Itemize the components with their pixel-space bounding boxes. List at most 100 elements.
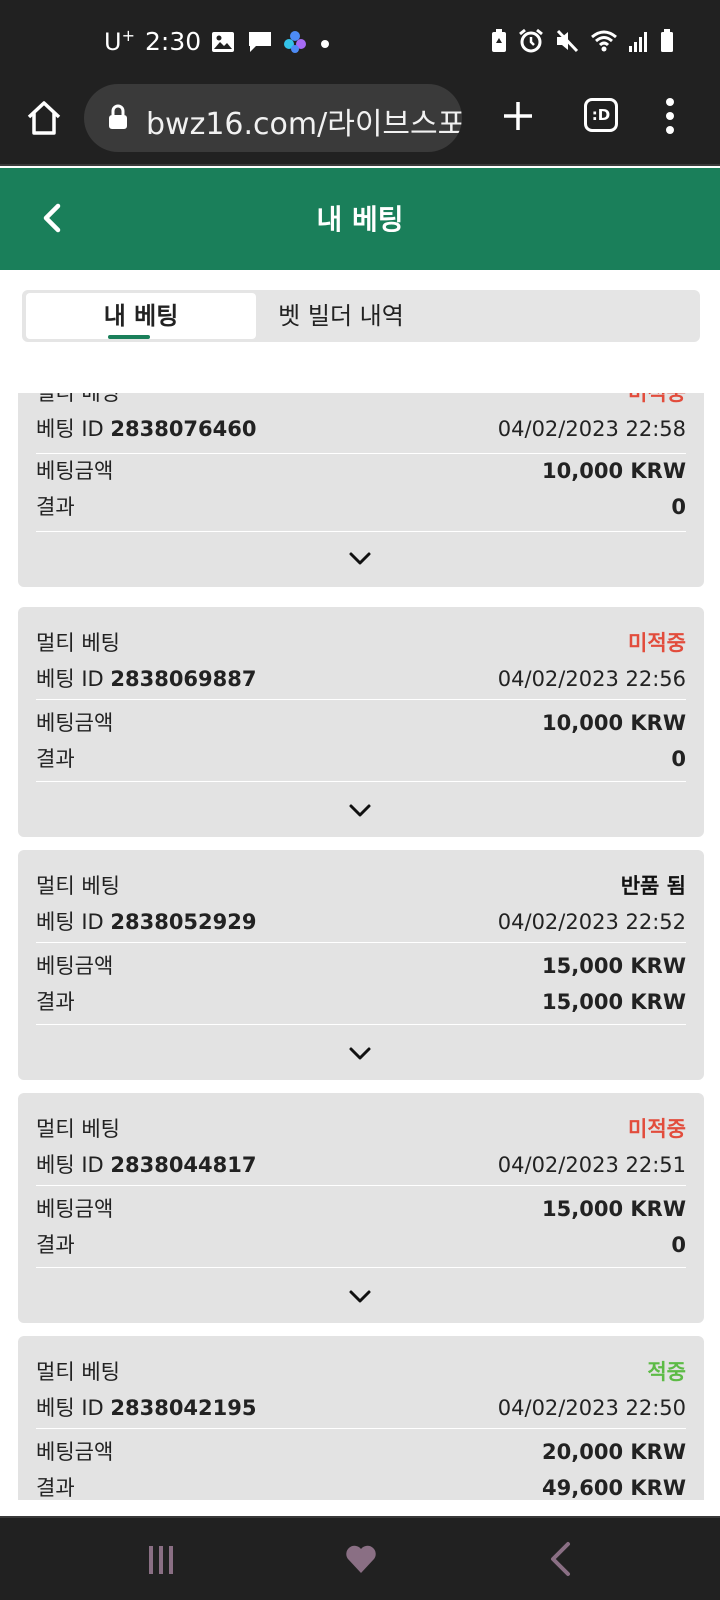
- bet-amount-row: 베팅금액 15,000 KRW: [36, 948, 686, 984]
- bet-card[interactable]: 멀티 베팅 미적중 베팅 ID 2838044817 04/02/2023 22…: [18, 1093, 704, 1323]
- recent-apps-icon: [149, 1546, 173, 1574]
- bet-status: 적중: [647, 1360, 686, 1384]
- bet-datetime: 04/02/2023 22:50: [497, 1396, 686, 1420]
- chevron-down-icon[interactable]: [348, 551, 372, 567]
- browser-home-button[interactable]: [24, 98, 64, 138]
- gallery-notification-icon: [211, 30, 237, 52]
- bet-result-row: 결과 15,000 KRW: [36, 984, 686, 1020]
- bet-id: 베팅 ID 2838052929: [36, 904, 257, 940]
- bet-amount-label: 베팅금액: [36, 711, 114, 735]
- bet-id-row: 베팅 ID 2838052929 04/02/2023 22:52: [36, 904, 686, 940]
- bet-amount-row: 베팅금액 10,000 KRW: [36, 705, 686, 741]
- bet-amount-row: 베팅금액 10,000 KRW: [36, 453, 686, 489]
- bet-id-value: 2838044817: [110, 1153, 257, 1177]
- url-bar[interactable]: bwz16.com/라이브스포: [84, 84, 462, 152]
- bet-amount-row: 베팅금액 15,000 KRW: [36, 1191, 686, 1227]
- bet-type-row: 멀티 베팅 미적중: [36, 393, 686, 411]
- bet-status: 미적중: [628, 393, 686, 405]
- bet-result-label: 결과: [36, 495, 75, 519]
- divider: [36, 781, 686, 782]
- bet-result-label: 결과: [36, 990, 75, 1014]
- recent-apps-button[interactable]: [148, 1544, 174, 1576]
- divider: [36, 1428, 686, 1429]
- bet-amount-value: 20,000 KRW: [542, 1440, 686, 1464]
- system-nav-bar: [0, 1516, 720, 1600]
- bet-amount-value: 10,000 KRW: [542, 459, 686, 483]
- tab-my-bets[interactable]: 내 베팅: [26, 293, 256, 339]
- chevron-down-icon[interactable]: [348, 1289, 372, 1305]
- divider: [36, 1024, 686, 1025]
- more-notifications-dot-icon: [319, 27, 331, 56]
- bet-id-value: 2838052929: [110, 910, 257, 934]
- carrier-text: U: [104, 28, 122, 56]
- bet-card[interactable]: 멀티 베팅 반품 됨 베팅 ID 2838052929 04/02/2023 2…: [18, 850, 704, 1080]
- carrier-sup: +: [121, 26, 135, 45]
- divider: [36, 942, 686, 943]
- bet-datetime: 04/02/2023 22:56: [497, 667, 686, 691]
- bet-id-row: 베팅 ID 2838042195 04/02/2023 22:50: [36, 1390, 686, 1426]
- bet-id-value: 2838076460: [110, 417, 257, 441]
- bet-id-label: 베팅 ID: [36, 417, 104, 441]
- browser-toolbar: bwz16.com/라이브스포 :D: [0, 84, 720, 166]
- bet-result-label: 결과: [36, 747, 75, 771]
- carrier-label: U+: [104, 26, 135, 56]
- status-bar-left: U+ 2:30: [104, 26, 331, 56]
- message-notification-icon: [247, 30, 273, 52]
- divider: [36, 1185, 686, 1186]
- bet-amount-label: 베팅금액: [36, 459, 114, 483]
- bet-id-row: 베팅 ID 2838044817 04/02/2023 22:51: [36, 1147, 686, 1183]
- bet-id: 베팅 ID 2838069887: [36, 661, 257, 697]
- bet-amount-value: 15,000 KRW: [542, 1197, 686, 1221]
- bet-result-row: 결과 0: [36, 741, 686, 777]
- bet-id-row: 베팅 ID 2838076460 04/02/2023 22:58: [36, 411, 686, 447]
- bet-amount-label: 베팅금액: [36, 1197, 114, 1221]
- alarm-icon: [518, 28, 544, 58]
- divider: [36, 699, 686, 700]
- bet-card[interactable]: 멀티 베팅 미적중 베팅 ID 2838076460 04/02/2023 22…: [18, 393, 704, 587]
- url-text: bwz16.com/라이브스포: [146, 107, 462, 142]
- bet-card[interactable]: 멀티 베팅 적중 베팅 ID 2838042195 04/02/2023 22:…: [18, 1336, 704, 1500]
- divider: [36, 1267, 686, 1268]
- bet-amount-label: 베팅금액: [36, 954, 114, 978]
- heart-icon: [346, 1545, 376, 1573]
- browser-menu-button[interactable]: [660, 94, 680, 138]
- bet-amount-value: 10,000 KRW: [542, 711, 686, 735]
- battery-icon: [660, 29, 674, 57]
- bet-amount-value: 15,000 KRW: [542, 954, 686, 978]
- bet-type-row: 멀티 베팅 미적중: [36, 1111, 686, 1147]
- bet-id-row: 베팅 ID 2838069887 04/02/2023 22:56: [36, 661, 686, 697]
- bet-result-row: 결과 0: [36, 489, 686, 525]
- tab-bar: 내 베팅 벳 빌더 내역: [22, 290, 700, 342]
- bet-result-value: 0: [671, 747, 686, 771]
- home-nav-button[interactable]: [344, 1542, 378, 1576]
- bet-id: 베팅 ID 2838076460: [36, 411, 257, 447]
- back-nav-button[interactable]: [548, 1540, 572, 1578]
- chevron-down-icon[interactable]: [348, 803, 372, 819]
- home-icon: [27, 101, 61, 135]
- bet-status: 미적중: [628, 1117, 686, 1141]
- new-tab-button[interactable]: [498, 96, 538, 136]
- bet-result-label: 결과: [36, 1476, 75, 1500]
- mute-icon: [554, 28, 580, 58]
- battery-saver-icon: [490, 29, 508, 57]
- bet-result-value: 0: [671, 495, 686, 519]
- bet-status: 반품 됨: [620, 874, 686, 898]
- chevron-down-icon[interactable]: [348, 1046, 372, 1062]
- bet-type-row: 멀티 베팅 미적중: [36, 625, 686, 661]
- bet-type: 멀티 베팅: [36, 874, 120, 898]
- bet-id-label: 베팅 ID: [36, 1396, 104, 1420]
- bet-list[interactable]: 멀티 베팅 미적중 베팅 ID 2838076460 04/02/2023 22…: [0, 393, 720, 1500]
- bet-id-label: 베팅 ID: [36, 910, 104, 934]
- bet-result-row: 결과 0: [36, 1227, 686, 1263]
- status-bar: U+ 2:30: [0, 0, 720, 84]
- bet-id-label: 베팅 ID: [36, 667, 104, 691]
- lock-icon: [108, 104, 128, 130]
- bet-card[interactable]: 멀티 베팅 미적중 베팅 ID 2838069887 04/02/2023 22…: [18, 607, 704, 837]
- tab-bet-builder-history[interactable]: 벳 빌더 내역: [266, 293, 416, 339]
- bet-type-row: 멀티 베팅 반품 됨: [36, 868, 686, 904]
- bet-status: 미적중: [628, 631, 686, 655]
- app-header: 내 베팅: [0, 168, 720, 270]
- wifi-icon: [590, 29, 618, 57]
- tab-switcher-button[interactable]: :D: [584, 98, 618, 132]
- bet-id-label: 베팅 ID: [36, 1153, 104, 1177]
